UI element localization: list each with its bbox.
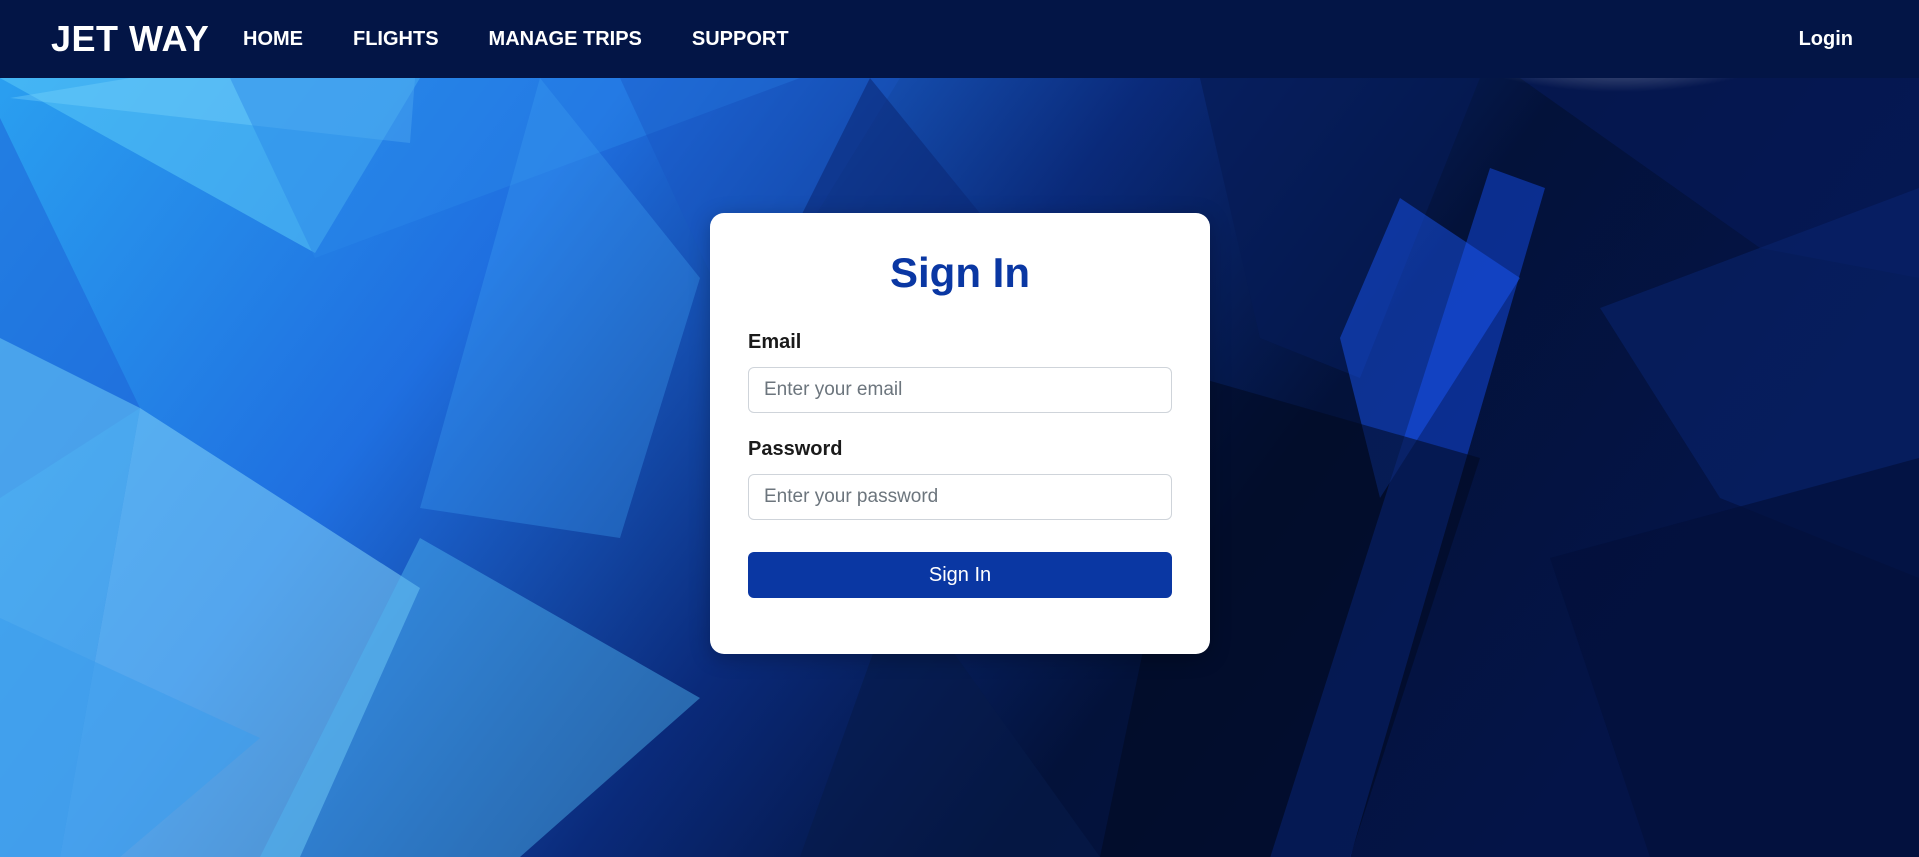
nav-manage-trips-link[interactable]: MANAGE TRIPS: [489, 28, 642, 51]
nav-flights-link[interactable]: FLIGHTS: [353, 28, 439, 51]
signin-title: Sign In: [890, 249, 1030, 296]
brand-logo[interactable]: JET WAY: [51, 18, 209, 60]
password-field[interactable]: [748, 474, 1172, 520]
login-page: JET WAY HOME FLIGHTS MANAGE TRIPS SUPPOR…: [0, 0, 1919, 857]
email-label: Email: [748, 331, 802, 353]
nav-login-link[interactable]: Login: [1799, 28, 1853, 51]
email-field[interactable]: [748, 367, 1172, 413]
signin-button[interactable]: Sign In: [748, 552, 1172, 598]
signin-card: Sign In Email Password Sign In: [710, 213, 1210, 654]
nav-support-link[interactable]: SUPPORT: [692, 28, 789, 51]
password-label: Password: [748, 438, 843, 460]
top-navbar: JET WAY HOME FLIGHTS MANAGE TRIPS SUPPOR…: [0, 0, 1919, 78]
nav-home-link[interactable]: HOME: [243, 28, 303, 51]
nav-links: HOME FLIGHTS MANAGE TRIPS SUPPORT: [243, 28, 839, 51]
